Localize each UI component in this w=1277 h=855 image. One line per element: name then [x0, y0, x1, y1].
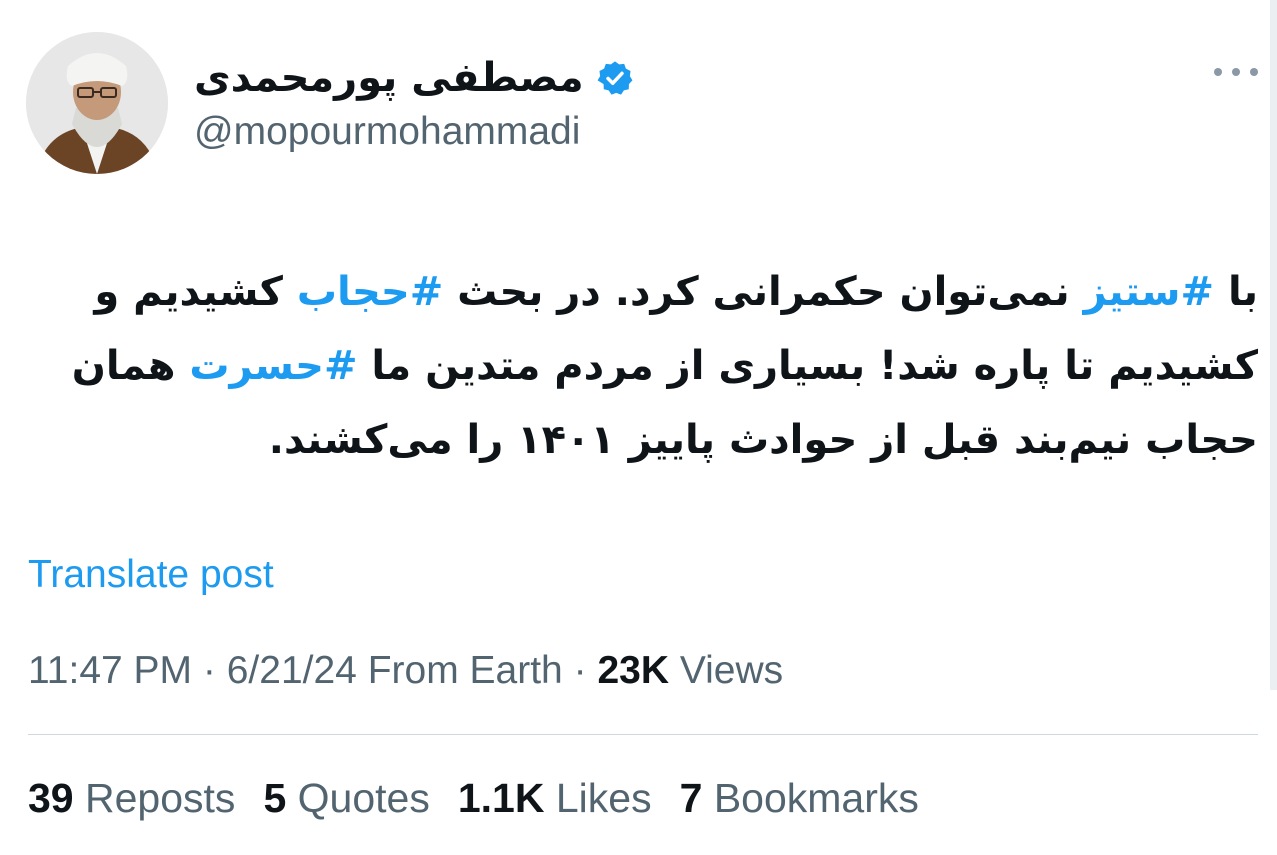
quotes-count: 5: [263, 775, 287, 821]
meta-separator: ·: [202, 649, 216, 692]
views-label: Views: [679, 649, 784, 692]
tweet-header: مصطفی پورمحمدی @mopourmohammadi: [26, 32, 1258, 174]
views-count: 23K: [597, 649, 669, 692]
reposts-label: Reposts: [85, 775, 236, 821]
hashtag-link[interactable]: #ستیز: [1084, 269, 1214, 315]
more-options-icon[interactable]: [1214, 64, 1258, 80]
divider: [28, 734, 1258, 735]
tweet-date[interactable]: 6/21/24: [227, 649, 357, 692]
dot-icon: [1214, 68, 1222, 76]
dot-icon: [1250, 68, 1258, 76]
tweet-time[interactable]: 11:47 PM: [28, 649, 192, 692]
hashtag-link[interactable]: #حجاب: [297, 269, 443, 315]
display-name[interactable]: مصطفی پورمحمدی: [194, 58, 584, 98]
name-row: مصطفی پورمحمدی: [194, 48, 634, 108]
scroll-edge: [1270, 0, 1277, 690]
bookmarks-label: Bookmarks: [713, 775, 919, 821]
reposts-stat[interactable]: 39 Reposts: [28, 774, 235, 823]
tweet-text-segment: با: [1214, 269, 1258, 315]
tweet-text-segment: نمی‌توان حکمرانی کرد. در بحث: [443, 269, 1084, 315]
tweet-meta: 11:47 PM · 6/21/24 From Earth · 23K View…: [28, 648, 783, 695]
likes-stat[interactable]: 1.1K Likes: [458, 774, 652, 823]
avatar[interactable]: [26, 32, 168, 174]
likes-label: Likes: [555, 775, 652, 821]
meta-separator: ·: [573, 649, 587, 692]
tweet-text: با #ستیز نمی‌توان حکمرانی کرد. در بحث #ح…: [26, 255, 1258, 477]
verified-badge-icon[interactable]: [596, 59, 634, 97]
dot-icon: [1232, 68, 1240, 76]
quotes-stat[interactable]: 5 Quotes: [263, 774, 429, 823]
hashtag-link[interactable]: #حسرت: [189, 343, 357, 389]
bookmarks-count: 7: [679, 775, 703, 821]
engagement-stats: 39 Reposts 5 Quotes 1.1K Likes 7 Bookmar…: [28, 774, 947, 823]
profile-photo: [26, 32, 168, 174]
reposts-count: 39: [28, 775, 74, 821]
bookmarks-stat[interactable]: 7 Bookmarks: [680, 774, 919, 823]
user-handle[interactable]: @mopourmohammadi: [194, 112, 580, 151]
translate-post-link[interactable]: Translate post: [28, 552, 274, 599]
likes-count: 1.1K: [457, 775, 545, 821]
quotes-label: Quotes: [297, 775, 430, 821]
tweet-source: From Earth: [367, 649, 563, 692]
